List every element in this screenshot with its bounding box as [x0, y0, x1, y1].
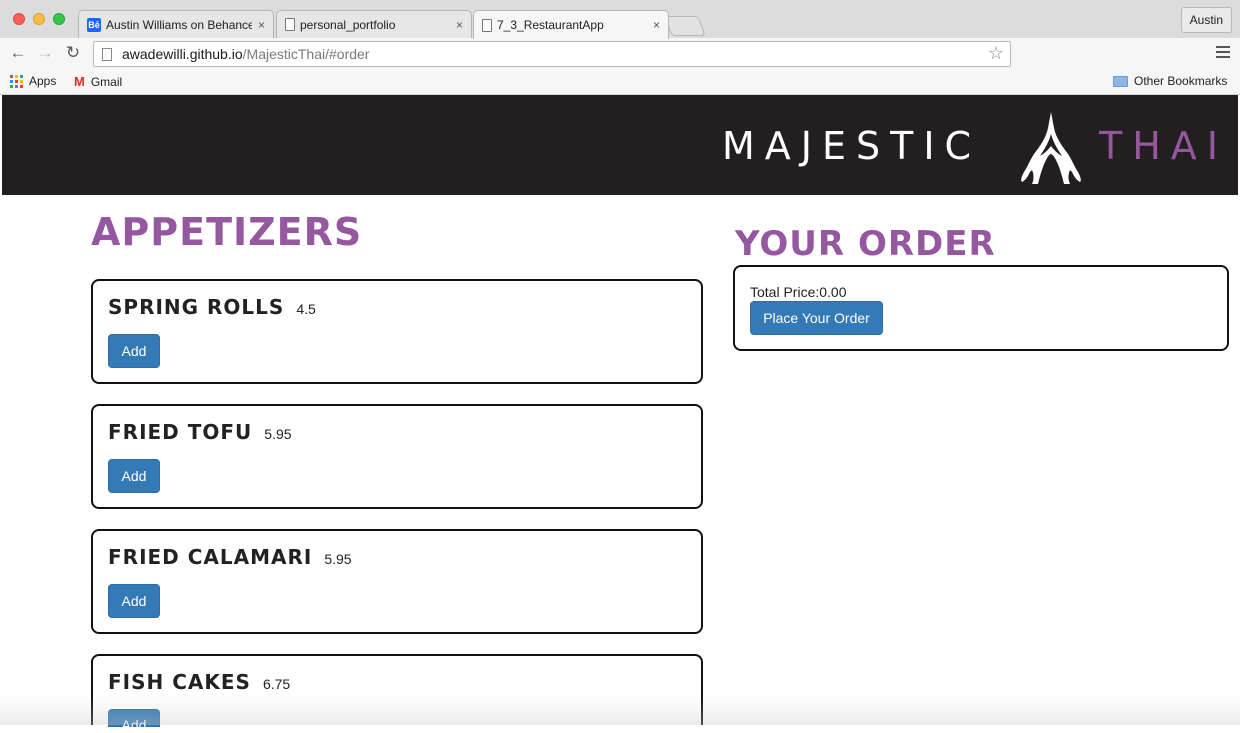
forward-arrow-icon[interactable]: →	[35, 43, 55, 63]
url-host: awadewilli.github.io	[122, 46, 243, 62]
menu-item-name: SPRING ROLLS	[108, 295, 285, 319]
total-price: Total Price:0.00	[750, 284, 847, 300]
tab-title: 7_3_RestaurantApp	[497, 18, 604, 32]
apps-grid-icon	[10, 74, 23, 88]
tab-close-icon[interactable]: ×	[258, 18, 265, 32]
menu-item-price: 5.95	[264, 426, 292, 442]
back-arrow-icon[interactable]: ←	[8, 43, 28, 63]
new-tab-button[interactable]	[664, 16, 706, 36]
bookmark-label: Apps	[29, 74, 57, 88]
profile-button[interactable]: Austin	[1180, 7, 1232, 33]
menu-item-name: FRIED TOFU	[108, 420, 253, 444]
page-icon	[285, 18, 295, 31]
menu-item-price: 5.95	[324, 551, 352, 567]
add-spring-rolls-button[interactable]: Add	[108, 334, 160, 368]
bookmark-label: Gmail	[90, 74, 123, 89]
tab-close-icon[interactable]: ×	[456, 18, 463, 32]
add-fried-tofu-button[interactable]: Add	[108, 459, 160, 493]
add-fried-calamari-button[interactable]: Add	[108, 584, 160, 618]
total-price-value: 0.00	[819, 284, 847, 300]
brand-wordmark-thai: THAI	[1099, 124, 1228, 168]
reload-icon[interactable]: ↻	[63, 43, 83, 63]
menu-item-card: SPRING ROLLS 4.5 Add	[91, 279, 703, 384]
bookmark-gmail[interactable]: M Gmail	[74, 74, 122, 89]
tab-close-icon[interactable]: ×	[653, 18, 660, 32]
menu-item-title: FISH CAKES 6.75	[108, 670, 290, 694]
menu-item-title: FRIED TOFU 5.95	[108, 420, 292, 444]
hamburger-menu-icon[interactable]	[1216, 46, 1230, 61]
menu-item-card: FRIED TOFU 5.95 Add	[91, 404, 703, 509]
menu-item-title: SPRING ROLLS 4.5	[108, 295, 316, 319]
page-icon	[102, 47, 112, 61]
folder-icon	[1113, 75, 1128, 87]
other-bookmarks[interactable]: Other Bookmarks	[1113, 74, 1227, 88]
your-order-heading: YOUR ORDER	[735, 224, 996, 264]
total-price-label: Total Price:	[750, 284, 820, 300]
tab-title: personal_portfolio	[300, 17, 396, 32]
tab-restaurant-app[interactable]: 7_3_RestaurantApp ×	[473, 10, 669, 39]
menu-item-card: FRIED CALAMARI 5.95 Add	[91, 529, 703, 634]
order-panel: Total Price:0.00 Place Your Order	[733, 265, 1229, 351]
bookmark-label: Other Bookmarks	[1134, 74, 1228, 88]
behance-icon: Bē	[87, 17, 101, 32]
brand-wordmark-majestic: MAJESTIC	[722, 124, 982, 168]
menu-item-name: FISH CAKES	[108, 670, 251, 694]
bookmark-apps[interactable]: Apps	[10, 74, 56, 88]
menu-item-title: FRIED CALAMARI 5.95	[108, 545, 352, 569]
tab-personal-portfolio[interactable]: personal_portfolio ×	[276, 10, 472, 38]
add-fish-cakes-button[interactable]: Add	[108, 709, 160, 733]
browser-tabstrip: Bē Austin Williams on Behance × personal…	[0, 0, 1240, 39]
tab-behance[interactable]: Bē Austin Williams on Behance ×	[78, 10, 274, 38]
address-bar[interactable]: awadewilli.github.io/MajesticThai/#order…	[93, 41, 1011, 67]
place-order-button[interactable]: Place Your Order	[750, 301, 883, 335]
bookmarks-bar: Apps M Gmail Other Bookmarks	[0, 70, 1240, 95]
minimize-window-button[interactable]	[33, 13, 45, 25]
gmail-icon: M	[74, 74, 85, 89]
menu-item-name: FRIED CALAMARI	[108, 545, 313, 569]
tab-title: Austin Williams on Behance	[106, 17, 252, 32]
bookmark-star-icon[interactable]: ☆	[988, 43, 1004, 64]
temple-logo-icon	[1021, 112, 1081, 184]
page-icon	[482, 18, 492, 32]
url-path: /MajesticThai/#order	[242, 46, 370, 62]
browser-toolbar: ← → ↻ awadewilli.github.io/MajesticThai/…	[0, 38, 1240, 70]
menu-item-price: 6.75	[262, 676, 291, 692]
zoom-window-button[interactable]	[53, 13, 65, 25]
appetizers-heading: APPETIZERS	[91, 210, 363, 254]
menu-item-card: FISH CAKES 6.75 Add	[91, 654, 703, 733]
menu-item-price: 4.5	[296, 301, 316, 317]
close-window-button[interactable]	[13, 13, 25, 25]
